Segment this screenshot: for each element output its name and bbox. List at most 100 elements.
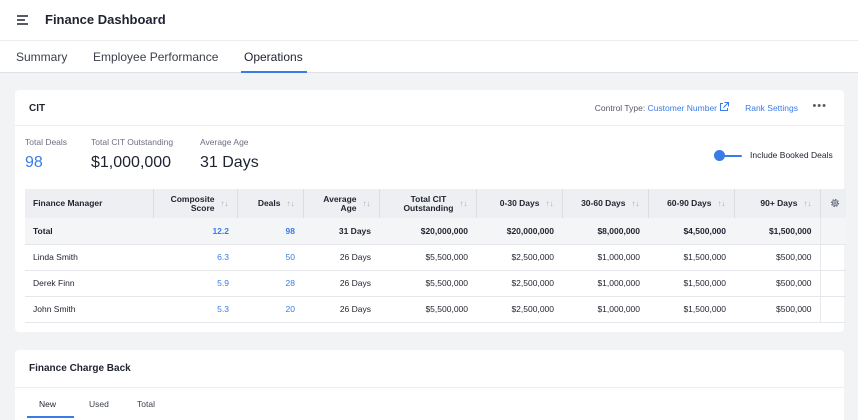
cell-60-90-days: $1,500,000 — [648, 270, 734, 297]
cell-30-60-days: $1,000,000 — [562, 270, 648, 297]
cell-90-plus-days: $500,000 — [734, 270, 820, 297]
cell-settings-spacer — [819, 244, 846, 271]
active-subtab-indicator — [27, 416, 74, 418]
sort-icon[interactable]: ↑↓ — [287, 199, 295, 209]
finance-charge-back-title: Finance Charge Back — [29, 363, 131, 374]
toggle-knob — [714, 150, 725, 161]
main-tabs: Summary Employee Performance Operations — [0, 41, 858, 73]
cell-30-60-days: $1,000,000 — [562, 296, 648, 323]
cell-deals[interactable]: 50 — [237, 244, 303, 271]
cell-composite-score[interactable]: 12.2 — [153, 218, 237, 245]
finance-charge-back-card: Finance Charge Back New Used Total — [15, 350, 844, 420]
column-header-line-2: Age — [340, 203, 357, 213]
sort-icon[interactable]: ↑↓ — [460, 199, 468, 209]
subtab-total[interactable]: Total — [137, 399, 155, 409]
cell-0-30-days: $2,500,000 — [476, 296, 562, 323]
external-link-icon[interactable] — [718, 101, 730, 113]
cell-composite-score[interactable]: 5.3 — [153, 296, 237, 323]
column-header-label: Average Age — [323, 194, 357, 214]
tab-summary[interactable]: Summary — [16, 50, 67, 64]
sort-icon[interactable]: ↑↓ — [804, 199, 812, 209]
more-horizontal-icon[interactable]: ••• — [812, 100, 827, 112]
cell-60-90-days: $1,500,000 — [648, 296, 734, 323]
cell-deals[interactable]: 20 — [237, 296, 303, 323]
cit-title: CIT — [29, 103, 46, 114]
cell-deals[interactable]: 98 — [237, 218, 303, 245]
column-header-line-2: Outstanding — [403, 203, 454, 213]
column-header-label: Finance Manager — [33, 198, 103, 209]
divider — [15, 387, 844, 388]
column-header-finance-manager[interactable]: Finance Manager — [25, 189, 153, 218]
table-row[interactable]: Derek Finn 5.9 28 26 Days $5,500,000 $2,… — [25, 270, 846, 297]
cell-total-cit-outstanding: $5,500,000 — [379, 244, 476, 271]
column-header-line-1: Composite — [170, 193, 215, 204]
cell-composite-score[interactable]: 6.3 — [153, 244, 237, 271]
hamburger-menu-icon[interactable] — [17, 15, 28, 25]
column-header-label: Composite Score — [170, 193, 215, 214]
subtab-new[interactable]: New — [39, 399, 56, 409]
subtab-used[interactable]: Used — [89, 399, 109, 409]
cell-average-age: 31 Days — [303, 218, 379, 245]
column-header-label: Total CIT Outstanding — [403, 194, 454, 214]
cell-60-90-days: $4,500,000 — [648, 218, 734, 245]
sort-icon[interactable]: ↑↓ — [546, 199, 554, 209]
stat-label: Average Age — [200, 137, 249, 147]
table-header-row: Finance Manager Composite Score ↑↓ Deals ↑↓… — [25, 189, 846, 218]
table-row[interactable]: Linda Smith 6.3 50 26 Days $5,500,000 $2… — [25, 244, 846, 271]
cell-finance-manager: Linda Smith — [25, 244, 153, 271]
cell-settings-spacer — [819, 270, 846, 297]
cell-finance-manager: Derek Finn — [25, 270, 153, 297]
column-header-90-plus-days[interactable]: 90+ Days ↑↓ — [733, 189, 820, 218]
control-type-value[interactable]: Customer Number — [648, 103, 717, 113]
toggle-label: Include Booked Deals — [750, 150, 833, 160]
cell-finance-manager: Total — [25, 218, 153, 245]
cell-60-90-days: $1,500,000 — [648, 244, 734, 271]
stat-average-age: Average Age 31 Days — [200, 137, 259, 172]
app-title: Finance Dashboard — [45, 12, 166, 27]
sort-icon[interactable]: ↑↓ — [632, 199, 640, 209]
cell-total-cit-outstanding: $5,500,000 — [379, 270, 476, 297]
column-header-30-60-days[interactable]: 30-60 Days ↑↓ — [561, 189, 648, 218]
sort-icon[interactable]: ↑↓ — [363, 199, 371, 209]
cell-average-age: 26 Days — [303, 244, 379, 271]
include-booked-deals-toggle[interactable]: Include Booked Deals — [714, 149, 833, 163]
sort-icon[interactable]: ↑↓ — [718, 199, 726, 209]
column-header-deals[interactable]: Deals ↑↓ — [236, 189, 303, 218]
cell-settings-spacer — [819, 296, 846, 323]
top-bar: Finance Dashboard — [0, 0, 858, 41]
column-header-total-cit-outstanding[interactable]: Total CIT Outstanding ↑↓ — [378, 189, 476, 218]
column-header-label: 0-30 Days — [499, 198, 540, 209]
cell-deals[interactable]: 28 — [237, 270, 303, 297]
cell-average-age: 26 Days — [303, 270, 379, 297]
column-header-60-90-days[interactable]: 60-90 Days ↑↓ — [647, 189, 734, 218]
table-row-total[interactable]: Total 12.2 98 31 Days $20,000,000 $20,00… — [25, 218, 846, 245]
sort-icon[interactable]: ↑↓ — [221, 199, 229, 209]
column-header-average-age[interactable]: Average Age ↑↓ — [302, 189, 379, 218]
active-tab-indicator — [241, 71, 307, 73]
table-row[interactable]: John Smith 5.3 20 26 Days $5,500,000 $2,… — [25, 296, 846, 323]
stat-value: 31 Days — [200, 154, 259, 171]
column-header-line-2: Score — [190, 203, 215, 213]
stat-label: Total CIT Outstanding — [91, 137, 174, 147]
stat-label: Total Deals — [25, 137, 68, 147]
gear-icon[interactable] — [829, 197, 841, 209]
cit-table: Finance Manager Composite Score ↑↓ Deals ↑↓… — [25, 189, 846, 323]
cell-30-60-days: $8,000,000 — [562, 218, 648, 245]
column-header-label: 90+ Days — [760, 198, 798, 209]
column-header-composite-score[interactable]: Composite Score ↑↓ — [152, 189, 237, 218]
cell-30-60-days: $1,000,000 — [562, 244, 648, 271]
cell-finance-manager: John Smith — [25, 296, 153, 323]
stat-value[interactable]: 98 — [25, 154, 67, 172]
tab-operations[interactable]: Operations — [244, 50, 303, 64]
cell-total-cit-outstanding: $20,000,000 — [379, 218, 476, 245]
column-settings-header — [819, 189, 846, 218]
control-type-label: Control Type: — [594, 103, 646, 113]
cell-composite-score[interactable]: 5.9 — [153, 270, 237, 297]
cit-card: CIT Control Type: Customer Number Rank S… — [15, 90, 846, 332]
stat-value: $1,000,000 — [91, 154, 172, 171]
column-header-0-30-days[interactable]: 0-30 Days ↑↓ — [475, 189, 562, 218]
cit-card-header: CIT Control Type: Customer Number Rank S… — [15, 90, 844, 126]
tab-employee-performance[interactable]: Employee Performance — [93, 50, 218, 64]
rank-settings-link[interactable]: Rank Settings — [745, 103, 798, 113]
cell-0-30-days: $2,500,000 — [476, 270, 562, 297]
